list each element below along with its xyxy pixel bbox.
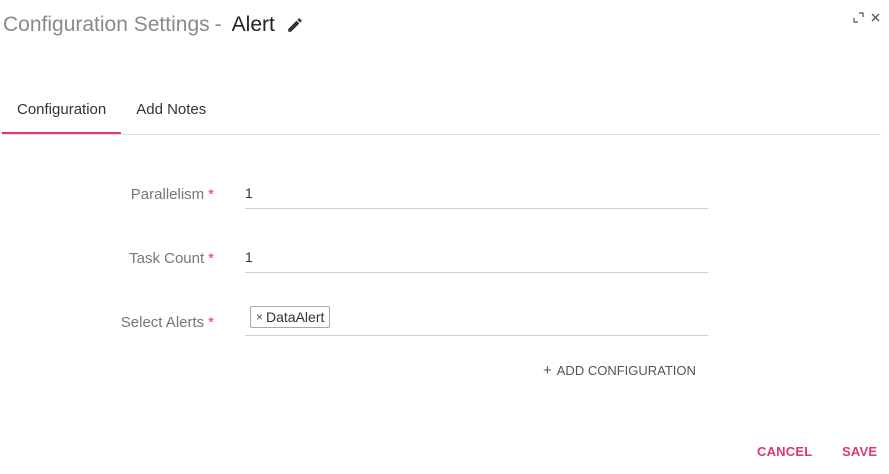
dialog-title-prefix: Configuration Settings <box>3 13 210 36</box>
tab-bar: Configuration Add Notes <box>2 88 881 135</box>
dialog-title-name: Alert <box>231 13 275 36</box>
chip-remove-icon[interactable]: × <box>256 310 263 324</box>
add-configuration-label: ADD CONFIGURATION <box>556 363 696 378</box>
task-count-label: Task Count * <box>129 250 214 267</box>
alert-chip: × DataAlert <box>250 306 331 328</box>
parallelism-label: Parallelism * <box>131 186 214 203</box>
cancel-button[interactable]: CANCEL <box>757 444 812 459</box>
tab-configuration[interactable]: Configuration <box>2 88 122 134</box>
pencil-icon[interactable] <box>286 16 304 34</box>
required-marker: * <box>208 250 214 267</box>
tab-add-notes[interactable]: Add Notes <box>121 88 221 132</box>
plus-icon: + <box>543 362 552 379</box>
required-marker: * <box>208 186 214 203</box>
dialog-title-separator: - <box>214 13 222 36</box>
save-button[interactable]: SAVE <box>842 444 877 459</box>
close-icon[interactable] <box>870 10 881 22</box>
task-count-input[interactable] <box>245 242 708 273</box>
select-alerts-label: Select Alerts * <box>121 314 214 331</box>
form-row-task-count: Task Count * <box>0 242 889 278</box>
add-configuration-button[interactable]: + ADD CONFIGURATION <box>543 362 696 379</box>
select-alerts-label-text: Select Alerts <box>120 314 205 331</box>
configuration-settings-dialog: Configuration Settings - Alert Configura… <box>0 0 889 474</box>
parallelism-label-text: Parallelism <box>130 186 205 203</box>
required-marker: * <box>208 314 214 331</box>
chip-label: DataAlert <box>266 309 325 325</box>
form-row-parallelism: Parallelism * <box>0 178 889 214</box>
expand-icon[interactable] <box>853 10 864 23</box>
parallelism-input[interactable] <box>245 178 708 209</box>
window-controls <box>853 10 881 23</box>
dialog-header: Configuration Settings - Alert <box>3 10 304 40</box>
task-count-label-text: Task Count <box>129 250 205 267</box>
form-row-select-alerts: Select Alerts * × DataAlert <box>0 301 889 337</box>
select-alerts-input[interactable]: × DataAlert <box>245 301 708 336</box>
